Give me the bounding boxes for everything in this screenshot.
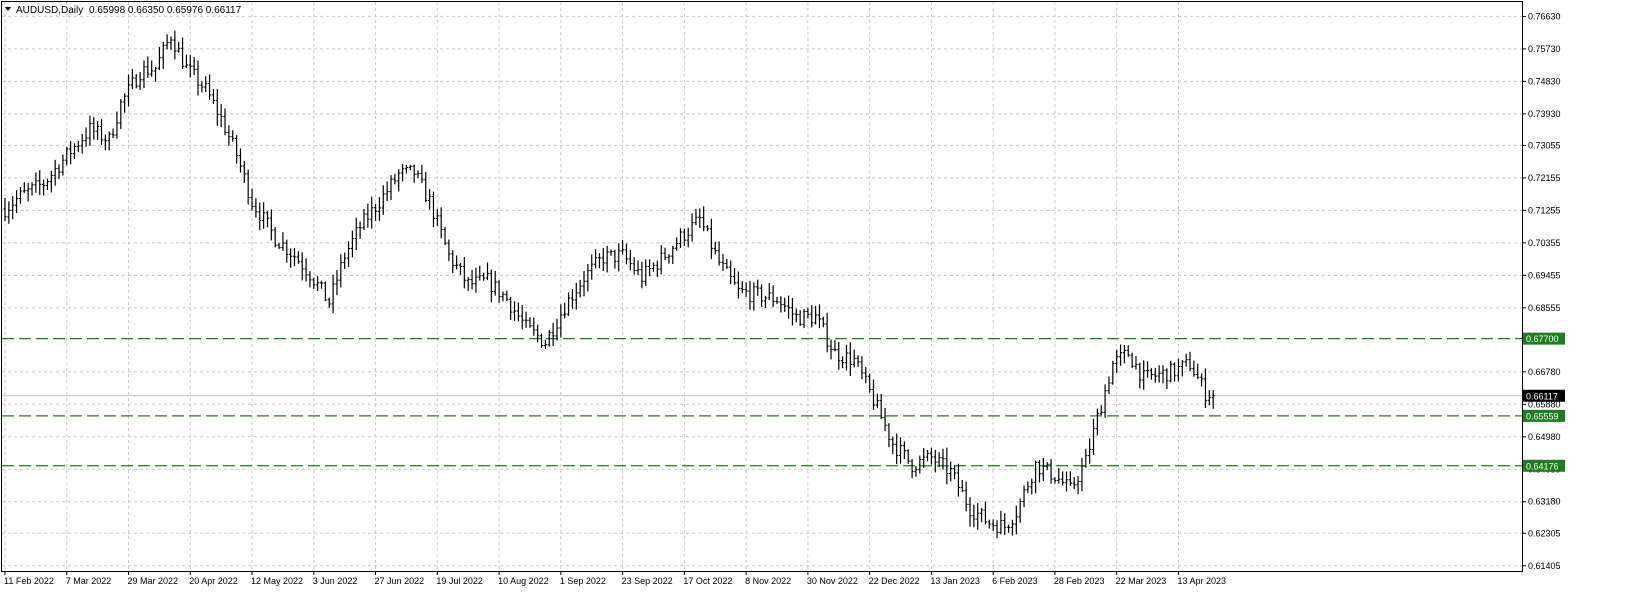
x-tick-label: 1 Sep 2022	[560, 576, 606, 586]
x-tick-label: 22 Mar 2023	[1116, 576, 1167, 586]
x-tick-label: 20 Apr 2022	[189, 576, 238, 586]
chart-window[interactable]: 0.76630 0.75730 0.74830 0.73930 0.73055 0.721…	[0, 0, 1629, 615]
x-tick-label: 11 Feb 2022	[4, 576, 54, 586]
current-price-label: 0.66117	[1526, 391, 1558, 401]
y-tick-label: 0.62305	[1528, 528, 1561, 538]
x-tick-label: 13 Jan 2023	[930, 576, 980, 586]
y-tick-label: 0.61405	[1528, 561, 1561, 571]
y-tick-label: 0.76630	[1528, 11, 1561, 21]
y-tick-label: 0.73930	[1528, 109, 1561, 119]
x-tick-label: 8 Nov 2022	[745, 576, 791, 586]
time-axis[interactable]: 11 Feb 2022 7 Mar 2022 29 Mar 2022 20 Apr 2…	[4, 571, 1226, 586]
x-tick-label: 19 Jul 2022	[436, 576, 483, 586]
y-tick-label: 0.74830	[1528, 76, 1561, 86]
x-tick-label: 12 May 2022	[251, 576, 303, 586]
y-tick-label: 0.75730	[1528, 44, 1561, 54]
y-tick-label: 0.71255	[1528, 205, 1561, 215]
y-tick-label: 0.64980	[1528, 432, 1561, 442]
x-tick-label: 30 Nov 2022	[807, 576, 858, 586]
x-tick-label: 6 Feb 2023	[992, 576, 1038, 586]
y-tick-label: 0.66780	[1528, 367, 1561, 377]
x-tick-label: 3 Jun 2022	[313, 576, 358, 586]
y-tick-label: 0.69455	[1528, 270, 1561, 280]
x-tick-label: 10 Aug 2022	[498, 576, 549, 586]
price-axis[interactable]: 0.76630 0.75730 0.74830 0.73930 0.73055 0.721…	[1522, 11, 1565, 571]
x-tick-label: 23 Sep 2022	[622, 576, 673, 586]
x-tick-label: 17 Oct 2022	[683, 576, 732, 586]
level-label: 0.67700	[1526, 334, 1559, 344]
y-tick-label: 0.63180	[1528, 497, 1561, 507]
x-tick-label: 28 Feb 2023	[1054, 576, 1105, 586]
level-label: 0.65559	[1526, 411, 1559, 421]
y-tick-label: 0.73055	[1528, 140, 1561, 150]
x-tick-label: 7 Mar 2022	[66, 576, 112, 586]
x-tick-label: 22 Dec 2022	[869, 576, 920, 586]
x-tick-label: 29 Mar 2022	[128, 576, 179, 586]
chart-header: AUDUSD,Daily 0.65998 0.66350 0.65976 0.6…	[5, 5, 242, 16]
y-tick-label: 0.72155	[1528, 173, 1561, 183]
ohlc-values: 0.65998 0.66350 0.65976 0.66117	[89, 5, 242, 16]
y-tick-label: 0.68555	[1528, 303, 1561, 313]
x-tick-label: 27 Jun 2022	[375, 576, 425, 586]
price-chart[interactable]: 0.76630 0.75730 0.74830 0.73930 0.73055 0.721…	[0, 0, 1629, 615]
y-tick-label: 0.70355	[1528, 238, 1561, 248]
level-label: 0.64176	[1526, 461, 1559, 471]
symbol-label: AUDUSD,Daily	[16, 5, 83, 16]
x-tick-label: 13 Apr 2023	[1177, 576, 1226, 586]
